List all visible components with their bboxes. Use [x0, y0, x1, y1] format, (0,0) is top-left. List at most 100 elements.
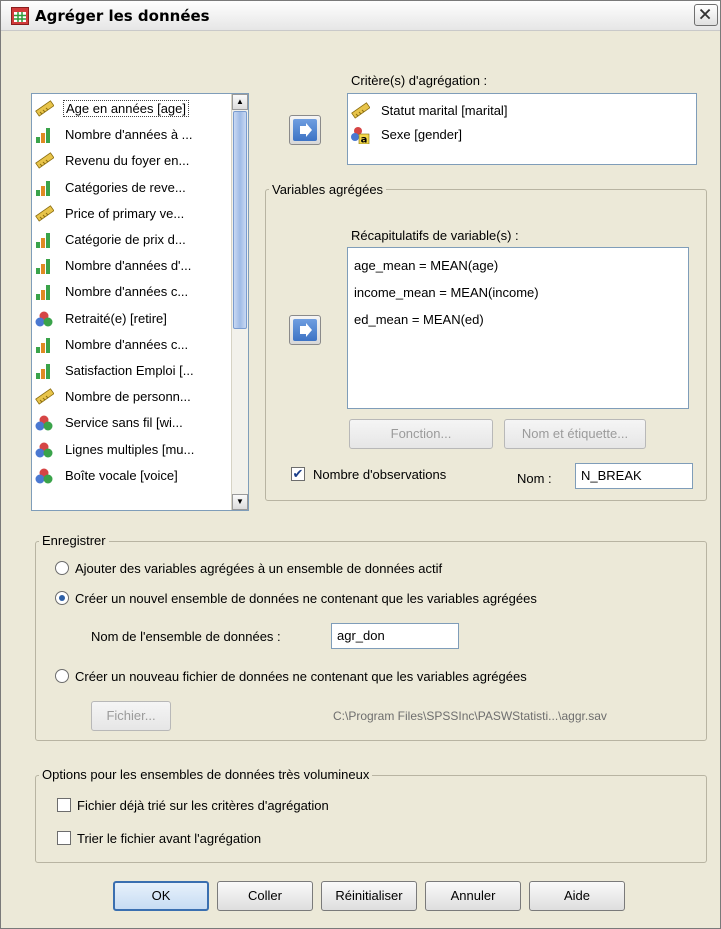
close-icon: [699, 8, 711, 20]
scale-icon: [34, 100, 55, 118]
list-item-label: Nombre de personn...: [65, 389, 191, 405]
nominal-icon: [34, 310, 54, 328]
ordinal-icon: [34, 257, 54, 275]
source-variable-list[interactable]: Age en années [age] Nombre d'années à ...…: [31, 93, 249, 511]
list-item-label: Catégories de reve...: [65, 179, 186, 195]
nominal-icon: [34, 467, 54, 485]
list-item[interactable]: Catégorie de prix d...: [32, 229, 232, 251]
summaries-label: Récapitulatifs de variable(s) :: [351, 228, 519, 243]
right-arrow-icon: [300, 123, 312, 137]
scale-icon: [34, 205, 55, 223]
function-button[interactable]: Fonction...: [349, 419, 493, 449]
list-item[interactable]: Service sans fil [wi...: [32, 412, 232, 434]
list-item-label: Nombre d'années c...: [65, 284, 189, 300]
list-item[interactable]: Boîte vocale [voice]: [32, 465, 232, 487]
add-to-active-dataset-radio[interactable]: [55, 561, 69, 575]
new-file-label: Créer un nouveau fichier de données ne c…: [75, 669, 527, 684]
break-criteria-list[interactable]: Statut marital [marital] a Sexe [gender]: [347, 93, 697, 165]
large-dataset-options-group: [35, 775, 707, 863]
scale-icon: [350, 102, 371, 120]
name-label: Nom :: [517, 471, 552, 486]
sort-before-label: Trier le fichier avant l'agrégation: [77, 831, 262, 846]
list-item[interactable]: Nombre de personn...: [32, 386, 232, 408]
presorted-checkbox[interactable]: [57, 798, 71, 812]
list-item[interactable]: income_mean = MEAN(income): [354, 285, 539, 300]
list-item[interactable]: Lignes multiples [mu...: [32, 439, 232, 461]
file-button[interactable]: Fichier...: [91, 701, 171, 731]
list-item[interactable]: Price of primary ve...: [32, 203, 232, 225]
new-dataset-radio[interactable]: [55, 591, 69, 605]
nominal-icon: [34, 414, 54, 432]
list-item[interactable]: Satisfaction Emploi [...: [32, 360, 232, 382]
move-to-summaries-button[interactable]: [289, 315, 321, 345]
right-arrow-icon: [300, 323, 312, 337]
ordinal-icon: [34, 179, 54, 197]
presorted-label: Fichier déjà trié sur les critères d'agr…: [77, 798, 329, 813]
break-count-name-input[interactable]: N_BREAK: [575, 463, 693, 489]
title-bar: Agréger les données: [1, 1, 720, 31]
list-item-label: Nombre d'années c...: [65, 336, 189, 352]
sort-before-checkbox[interactable]: [57, 831, 71, 845]
svg-text:a: a: [361, 135, 368, 145]
variable-summaries-list[interactable]: age_mean = MEAN(age) income_mean = MEAN(…: [347, 247, 689, 409]
number-of-cases-checkbox[interactable]: ✔: [291, 467, 305, 481]
list-item[interactable]: Catégories de reve...: [32, 177, 232, 199]
list-item[interactable]: Retraité(e) [retire]: [32, 308, 232, 330]
scale-icon: [34, 152, 55, 170]
ordinal-icon: [34, 126, 54, 144]
list-item-label: Price of primary ve...: [65, 205, 185, 221]
dataset-name-label: Nom de l'ensemble de données :: [91, 629, 281, 644]
paste-button[interactable]: Coller: [217, 881, 313, 911]
list-item-label: Age en années [age]: [63, 100, 189, 117]
list-item-label: Retraité(e) [retire]: [65, 310, 167, 326]
new-dataset-label: Créer un nouvel ensemble de données ne c…: [75, 591, 537, 606]
close-button[interactable]: [694, 4, 718, 26]
list-item[interactable]: Nombre d'années à ...: [32, 124, 232, 146]
scale-icon: [34, 388, 55, 406]
list-item-label: Service sans fil [wi...: [65, 415, 183, 431]
list-item-label: Satisfaction Emploi [...: [65, 363, 194, 378]
list-item[interactable]: age_mean = MEAN(age): [354, 258, 498, 273]
file-path-label: C:\Program Files\SPSSInc\PASWStatisti...…: [333, 709, 607, 723]
dataset-grid-icon: [11, 7, 29, 25]
window-title: Agréger les données: [35, 7, 210, 25]
dataset-name-input[interactable]: agr_don: [331, 623, 459, 649]
ordinal-icon: [34, 336, 54, 354]
ordinal-icon: [34, 362, 54, 380]
aggregated-variables-title: Variables agrégées: [269, 182, 387, 197]
number-of-cases-label: Nombre d'observations: [313, 467, 447, 482]
list-item-label: Nombre d'années à ...: [65, 127, 193, 143]
reset-button[interactable]: Réinitialiser: [321, 881, 417, 911]
list-item-label: Boîte vocale [voice]: [65, 467, 178, 483]
list-item[interactable]: Nombre d'années c...: [32, 281, 232, 303]
scroll-down-button[interactable]: ▼: [232, 494, 248, 510]
scroll-up-button[interactable]: ▲: [232, 94, 248, 110]
ordinal-icon: [34, 231, 54, 249]
list-item[interactable]: Age en années [age]: [32, 98, 232, 120]
add-to-active-dataset-label: Ajouter des variables agrégées à un ense…: [75, 561, 443, 576]
help-button[interactable]: Aide: [529, 881, 625, 911]
list-item[interactable]: Nombre d'années d'...: [32, 255, 232, 277]
move-to-break-button[interactable]: [289, 115, 321, 145]
name-and-label-button[interactable]: Nom et étiquette...: [504, 419, 646, 449]
cancel-button[interactable]: Annuler: [425, 881, 521, 911]
large-dataset-options-title: Options pour les ensembles de données tr…: [39, 767, 373, 782]
list-item[interactable]: ed_mean = MEAN(ed): [354, 312, 484, 327]
nominal-icon: [34, 441, 54, 459]
ok-button[interactable]: OK: [113, 881, 209, 911]
list-item-label: Revenu du foyer en...: [65, 153, 190, 169]
list-item[interactable]: a Sexe [gender]: [348, 124, 688, 146]
list-item[interactable]: Nombre d'années c...: [32, 334, 232, 356]
ordinal-icon: [34, 283, 54, 301]
new-file-radio[interactable]: [55, 669, 69, 683]
scroll-thumb[interactable]: [233, 111, 247, 329]
list-item-label: Nombre d'années d'...: [65, 258, 192, 274]
list-item[interactable]: Revenu du foyer en...: [32, 150, 232, 172]
break-criteria-label: Critère(s) d'agrégation :: [351, 73, 488, 88]
list-scrollbar[interactable]: ▲ ▼: [231, 94, 248, 510]
save-group-title: Enregistrer: [39, 533, 109, 548]
nominal-string-icon: a: [350, 126, 370, 146]
list-item-label: Lignes multiples [mu...: [65, 441, 195, 457]
aggregate-dialog: Agréger les données Age en années [age] N…: [0, 0, 721, 929]
list-item[interactable]: Statut marital [marital]: [348, 100, 688, 122]
